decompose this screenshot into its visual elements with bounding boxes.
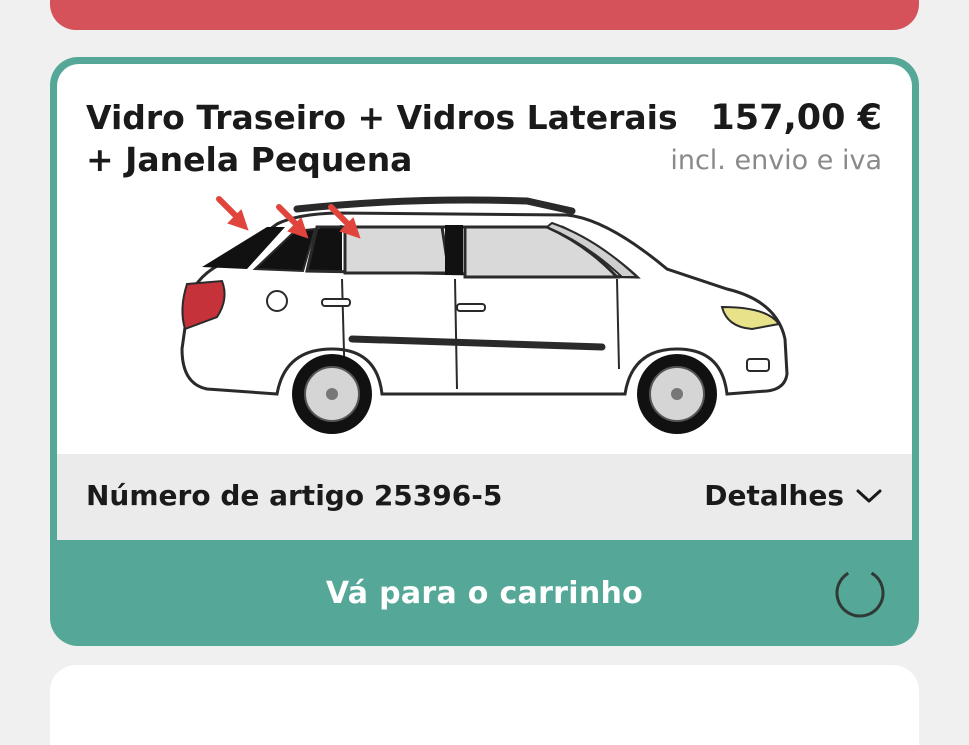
- product-title-line1: Vidro Traseiro + Vidros Laterais: [86, 98, 678, 137]
- car-window-diagram-icon: [180, 196, 789, 434]
- product-price: 157,00 €: [710, 98, 882, 138]
- chevron-down-icon: [856, 489, 882, 503]
- go-to-cart-button[interactable]: Vá para o carrinho: [50, 540, 919, 646]
- product-card: Vidro Traseiro + Vidros Laterais + Janela…: [50, 57, 919, 646]
- product-title-line2: + Janela Pequena: [86, 140, 413, 179]
- article-info-bar: Número de artigo 25396-5 Detalhes: [57, 454, 912, 540]
- next-product-card: [50, 665, 919, 745]
- article-number: Número de artigo 25396-5: [86, 479, 503, 512]
- details-toggle[interactable]: Detalhes: [704, 478, 882, 514]
- price-note: incl. envio e iva: [670, 145, 882, 176]
- details-label: Detalhes: [704, 479, 844, 512]
- go-to-cart-label: Vá para o carrinho: [325, 575, 644, 611]
- top-banner-button[interactable]: [50, 0, 919, 30]
- product-card-content: Vidro Traseiro + Vidros Laterais + Janela…: [57, 64, 912, 540]
- product-title: Vidro Traseiro + Vidros Laterais + Janela…: [86, 97, 686, 181]
- loading-spinner-icon: [835, 568, 885, 618]
